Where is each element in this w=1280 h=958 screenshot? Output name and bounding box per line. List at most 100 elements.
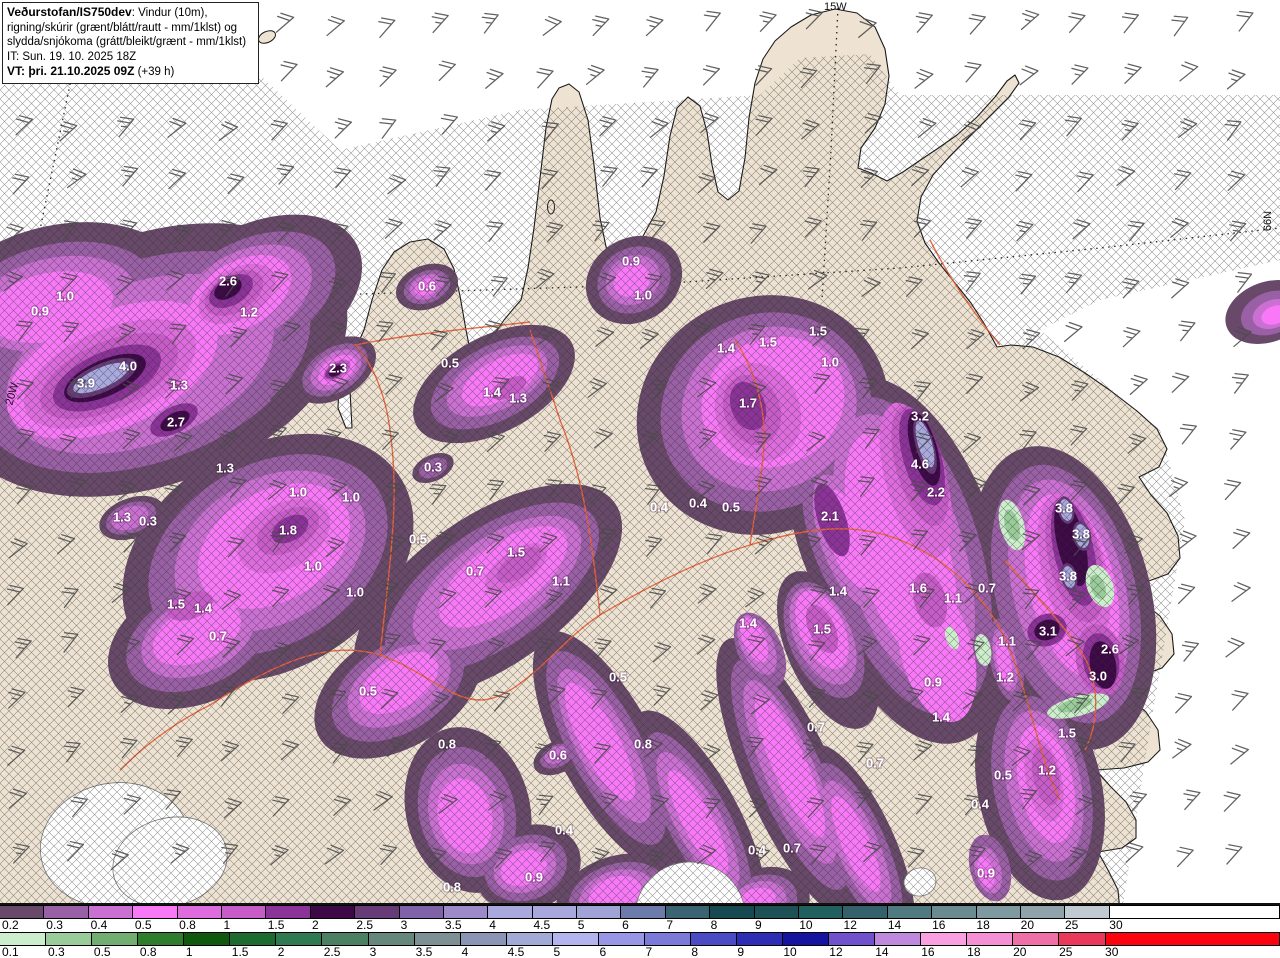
scale-tick-label: 12 — [829, 945, 843, 958]
precip-value-label: 4.0 — [119, 359, 137, 374]
precip-value-label: 2.6 — [219, 274, 237, 289]
precip-value-label: 1.8 — [279, 523, 297, 538]
precip-value-label: 2.1 — [821, 509, 839, 524]
precip-value-label: 0.8 — [634, 737, 652, 752]
precip-value-label: 0.9 — [31, 304, 49, 319]
scale-tick-label: 10 — [783, 945, 797, 958]
precip-value-label: 1.0 — [342, 490, 360, 505]
precip-value-label: 1.0 — [304, 559, 322, 574]
scale-segment — [442, 905, 489, 919]
precip-value-label: 1.5 — [813, 622, 831, 637]
precip-value-label: 0.3 — [139, 514, 157, 529]
scale-tick-label: 5 — [553, 945, 561, 958]
scale-segment — [1058, 932, 1106, 946]
precip-value-label: 1.4 — [739, 616, 758, 631]
scale-tick-label: 25 — [1059, 945, 1073, 958]
scale-segment — [709, 905, 755, 919]
precip-value-label: 1.3 — [509, 391, 527, 406]
scale-segment — [45, 932, 93, 946]
scale-tick-label: 8 — [710, 918, 718, 932]
precip-value-label: 0.9 — [525, 870, 543, 885]
scale-tick-label: 0.8 — [139, 945, 157, 958]
scale-segment — [736, 932, 784, 946]
scale-tick-label: 1.5 — [231, 945, 249, 958]
precip-value-label: 1.4 — [717, 341, 736, 356]
scale-segment — [183, 932, 231, 946]
title-box: Veðurstofan/IS750dev: Vindur (10m), rign… — [2, 2, 259, 84]
scale-tick-label: 12 — [843, 918, 857, 932]
scale-segment — [367, 932, 415, 946]
scale-tick-label: 2.5 — [323, 945, 341, 958]
scale-segment — [137, 932, 185, 946]
scale-tick-label: 0.5 — [93, 945, 111, 958]
scale-tick-label: 4.5 — [533, 918, 551, 932]
scale-tick-label: 18 — [967, 945, 981, 958]
scale-segment — [664, 905, 711, 919]
scale-segment — [275, 932, 323, 946]
scale-tick-label: 6 — [599, 945, 607, 958]
valid-time: VT: þri. 21.10.2025 09Z (+39 h) — [7, 64, 175, 79]
scale-segment — [354, 905, 400, 919]
scale-tick-label: 25 — [1064, 918, 1079, 932]
precip-value-label: 0.4 — [971, 797, 990, 812]
scale-tick-label: 0.4 — [90, 918, 108, 932]
precip-value-label: 0.3 — [424, 460, 442, 475]
scale-segment — [487, 905, 533, 919]
scale-segment — [551, 932, 599, 946]
precip-value-label: 0.4 — [748, 843, 767, 858]
scale-tick-label: 0.2 — [2, 918, 19, 932]
scale-segment — [966, 932, 1014, 946]
precip-value-label: 0.9 — [977, 866, 995, 881]
precip-value-label: 1.2 — [240, 305, 258, 320]
title-line-2: rigning/skúrir (grænt/blátt/rautt - mm/1… — [7, 21, 238, 34]
scale-segment — [597, 932, 645, 946]
precip-value-label: 1.5 — [507, 545, 525, 560]
precip-value-label: 1.0 — [821, 355, 839, 370]
precip-value-label: 1.7 — [739, 396, 757, 411]
scale-tick-label: 3 — [369, 945, 377, 958]
precip-value-label: 0.4 — [555, 823, 574, 838]
precip-value-label: 0.8 — [443, 880, 461, 895]
precip-value-label: 2.6 — [1101, 642, 1119, 657]
precip-value-label: 1.0 — [56, 289, 74, 304]
scale-segment — [975, 905, 1021, 919]
precip-value-label: 3.9 — [77, 376, 95, 391]
scale-segment — [1019, 905, 1066, 919]
scale-tick-label: 14 — [875, 945, 889, 958]
precip-value-label: 3.1 — [1039, 624, 1057, 639]
scale-tick-label: 4 — [461, 945, 469, 958]
precip-value-label: 1.4 — [829, 584, 848, 599]
precip-value-label: 0.5 — [441, 356, 459, 371]
precip-value-label: 0.6 — [418, 279, 436, 294]
scale-tick-label: 6 — [622, 918, 629, 932]
precip-value-label: 1.5 — [1058, 726, 1076, 741]
scale-segment — [398, 905, 444, 919]
scale-segment — [132, 905, 178, 919]
scale-tick-label: 7 — [645, 945, 653, 958]
precip-value-label: 1.3 — [113, 510, 131, 525]
scale-tick-label: 20 — [1013, 945, 1027, 958]
sleet-snow-scale-labels: 0.2 0.3 0.4 0.5 0.8 1 1.5 2 2.5 3 3.5 4 4.5 5 6 7 8 9 10 12… — [0, 919, 1280, 932]
scale-tick-label: 0.8 — [179, 918, 196, 932]
precip-value-label: 1.3 — [170, 378, 188, 393]
precip-value-label: 1.5 — [809, 324, 827, 339]
scale-tick-label: 0.3 — [47, 945, 65, 958]
scale-segment — [798, 905, 844, 919]
precip-value-label: 1.3 — [216, 461, 234, 476]
scale-tick-label: 4.5 — [507, 945, 525, 958]
scale-segment — [0, 932, 47, 946]
scale-tick-label: 1.5 — [267, 918, 285, 932]
longitude-label-15w: 15W — [824, 1, 847, 13]
scale-tick-label: 30 — [1105, 945, 1119, 958]
precip-value-label: 1.5 — [759, 335, 777, 350]
precip-value-label: 0.7 — [209, 629, 227, 644]
precip-value-label: 0.5 — [722, 500, 740, 515]
scale-tick-label: 3.5 — [415, 945, 433, 958]
scale-tick-label: 30 — [1109, 918, 1123, 932]
scale-segment — [689, 932, 737, 946]
scale-tick-label: 10 — [799, 918, 813, 932]
scale-tick-label: 1 — [223, 918, 231, 932]
scale-segment — [643, 932, 691, 946]
scale-tick-label: 0.3 — [46, 918, 63, 932]
precip-value-label: 0.5 — [359, 684, 377, 699]
